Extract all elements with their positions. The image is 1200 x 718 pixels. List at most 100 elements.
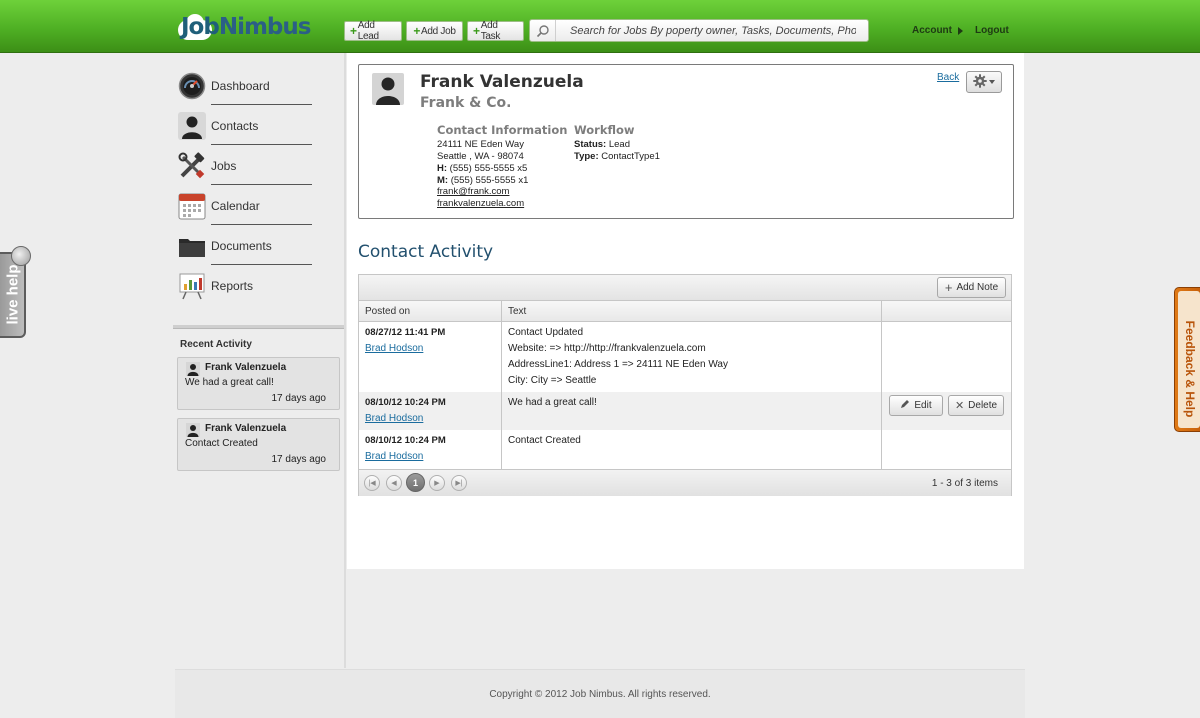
sidebar-item-jobs[interactable]: Jobs (178, 146, 312, 186)
sidebar-separator (344, 53, 346, 668)
website-link[interactable]: frankvalenzuela.com (437, 198, 524, 210)
recent-activity-time: 17 days ago (271, 393, 327, 404)
recent-activity-title: Recent Activity (180, 339, 252, 350)
activity-text: Contact Created (508, 435, 581, 446)
recent-activity-item[interactable]: Frank Valenzuela We had a great call! 17… (177, 357, 340, 410)
feedback-help-tab[interactable]: Feedback & Help (1174, 287, 1200, 432)
sidebar-item-label: Reports (211, 279, 254, 293)
person-icon (178, 112, 206, 140)
column-header-text[interactable]: Text (508, 306, 526, 317)
divider (211, 184, 312, 185)
sidebar-item-dashboard[interactable]: Dashboard (178, 66, 312, 106)
column-divider (501, 301, 502, 469)
table-row: 08/10/12 10:24 PM Brad Hodson Contact Cr… (359, 430, 1011, 469)
avatar-icon (186, 362, 200, 376)
add-note-button[interactable]: + Add Note (937, 277, 1006, 298)
settings-menu-button[interactable] (966, 71, 1002, 93)
recent-activity-name[interactable]: Frank Valenzuela (205, 423, 286, 434)
divider (211, 144, 312, 145)
contact-name: Frank Valenzuela (420, 72, 584, 92)
status-label: Status: (574, 139, 607, 150)
plus-icon: + (473, 24, 480, 38)
logout-link[interactable]: Logout (975, 25, 1009, 36)
calendar-icon (178, 192, 206, 220)
status-value: Lead (608, 139, 630, 150)
plus-icon: + (944, 280, 953, 295)
search-input[interactable] (556, 24, 856, 37)
contact-information-title: Contact Information (437, 123, 568, 137)
posted-by-link[interactable]: Brad Hodson (365, 413, 423, 424)
home-phone-value: (555) 555-5555 x5 (449, 163, 528, 174)
recent-activity-name[interactable]: Frank Valenzuela (205, 362, 286, 373)
grid-header: Posted on Text (359, 301, 1011, 322)
search-icon[interactable] (530, 20, 556, 41)
account-menu[interactable]: Account (912, 25, 963, 36)
column-divider (881, 301, 882, 469)
sidebar-item-label: Jobs (211, 159, 237, 173)
sidebar-item-calendar[interactable]: Calendar (178, 186, 312, 226)
caret-right-icon (958, 26, 963, 35)
workflow-title: Workflow (574, 123, 635, 137)
email-link[interactable]: frank@frank.com (437, 186, 509, 198)
delete-button[interactable]: ✕ Delete (948, 395, 1004, 416)
jobnimbus-logo[interactable]: JobNimbus (176, 10, 311, 44)
edit-label: Edit (914, 400, 932, 411)
table-row: 08/10/12 10:24 PM Brad Hodson We had a g… (359, 392, 1011, 430)
recent-activity-item[interactable]: Frank Valenzuela Contact Created 17 days… (177, 418, 340, 471)
divider (211, 104, 312, 105)
copyright-text: Copyright © 2012 Job Nimbus. All rights … (489, 689, 711, 700)
add-job-label: Add Job (421, 25, 456, 37)
recent-activity-message: We had a great call! (185, 377, 274, 388)
activity-text: We had a great call! (508, 397, 597, 408)
posted-by-link[interactable]: Brad Hodson (365, 343, 423, 354)
next-page-icon[interactable]: ▶ (429, 475, 445, 491)
dashboard-gauge-icon (178, 72, 206, 100)
logo-text-nimbus: Nimbus (218, 14, 312, 40)
gear-icon (973, 73, 987, 91)
posted-by-link[interactable]: Brad Hodson (365, 451, 423, 462)
contact-avatar-icon (372, 73, 404, 105)
tools-icon (178, 152, 206, 180)
sidebar-item-reports[interactable]: Reports (178, 266, 312, 306)
home-phone-label: H: (437, 163, 448, 174)
type-value: ContactType1 (601, 151, 660, 162)
grid-pager: |◀ ◀ 1 ▶ ▶| 1 - 3 of 3 items (359, 469, 1011, 496)
add-lead-label: Add Lead (357, 20, 379, 42)
sidebar-item-documents[interactable]: Documents (178, 226, 312, 266)
current-page-button[interactable]: 1 (406, 473, 425, 492)
folder-icon (178, 232, 206, 260)
edit-button[interactable]: Edit (889, 395, 943, 416)
back-link[interactable]: Back (937, 72, 959, 83)
address-line-1: 24111 NE Eden Way (437, 139, 524, 150)
activity-text: Contact Updated (508, 327, 584, 338)
sidebar-divider (173, 325, 345, 329)
posted-date: 08/10/12 10:24 PM (365, 397, 446, 408)
add-lead-button[interactable]: + Add Lead (344, 20, 402, 42)
avatar-icon (186, 423, 200, 437)
footer: Copyright © 2012 Job Nimbus. All rights … (175, 669, 1025, 718)
account-label: Account (912, 25, 952, 36)
add-task-button[interactable]: + Add Task (467, 20, 524, 42)
prev-page-icon[interactable]: ◀ (386, 475, 402, 491)
add-task-label: Add Task (480, 20, 501, 42)
first-page-icon[interactable]: |◀ (364, 475, 380, 491)
column-header-posted-on[interactable]: Posted on (365, 306, 410, 317)
recent-activity-time: 17 days ago (271, 454, 327, 465)
last-page-icon[interactable]: ▶| (451, 475, 467, 491)
close-icon: ✕ (954, 400, 965, 412)
sidebar-item-contacts[interactable]: Contacts (178, 106, 312, 146)
plus-icon: + (413, 24, 421, 38)
mobile-phone-value: (555) 555-5555 x1 (450, 175, 529, 186)
add-job-button[interactable]: + Add Job (406, 21, 463, 41)
address-line-2: Seattle , WA - 98074 (437, 151, 524, 162)
sidebar-item-label: Contacts (211, 119, 259, 133)
live-help-tab[interactable]: live help (0, 246, 31, 338)
plus-icon: + (350, 24, 357, 38)
workflow-type: Type: ContactType1 (574, 151, 660, 162)
activity-text: City: City => Seattle (508, 375, 597, 386)
search-box (529, 19, 869, 42)
activity-grid: + Add Note Posted on Text 08/27/12 11:41… (358, 274, 1012, 496)
divider (211, 264, 312, 265)
top-bar: JobNimbus +Add Lead +Add Job +Add Task A… (0, 0, 1200, 53)
grid-toolbar: + Add Note (359, 275, 1011, 301)
